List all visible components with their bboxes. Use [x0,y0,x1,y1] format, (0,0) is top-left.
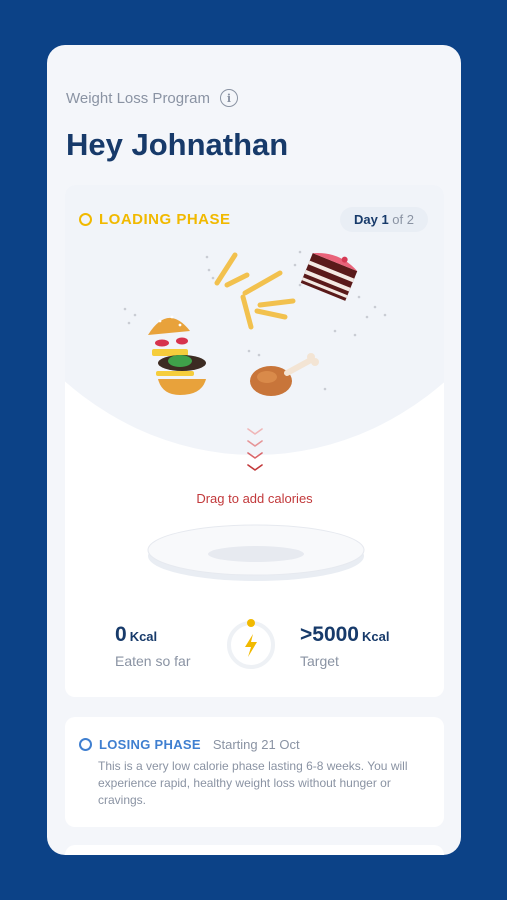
target-caption: Target [300,653,339,669]
loading-phase-card: LOADING PHASE Day 1 of 2 Drag to add cal… [65,185,444,697]
program-header: Weight Loss Program i [66,89,238,107]
target-stat: >5000 Kcal Target [300,623,389,669]
losing-phase-start: Starting 21 Oct [212,737,300,752]
losing-phase-description: This is a very low calorie phase lasting… [98,759,408,807]
gauge-progress-dot [247,619,255,627]
chevron-down-icon [247,428,263,471]
day-total: 2 [406,212,414,227]
eaten-value: 0 [115,623,127,646]
info-icon[interactable]: i [219,89,238,107]
target-unit: Kcal [361,629,390,644]
loading-phase-ring-icon [79,213,92,226]
eaten-unit: Kcal [129,629,158,644]
calorie-gauge [227,619,275,669]
losing-phase-ring-icon [79,738,92,751]
loading-phase-label: LOADING PHASE [99,211,231,228]
plate-icon[interactable] [145,520,367,584]
day-separator: of [392,212,404,227]
next-phase-card[interactable] [65,845,444,855]
target-value: >5000 [300,623,359,646]
app-screen: Weight Loss Program i Hey Johnathan LOAD… [47,45,461,855]
losing-phase-card[interactable]: LOSING PHASE Starting 21 Oct This is a v… [65,717,444,827]
crumbs-decoration [123,305,387,337]
losing-phase-header: LOSING PHASE Starting 21 Oct [79,737,300,752]
lightning-icon [245,634,257,657]
day-current: 1 [381,212,389,227]
losing-phase-label: LOSING PHASE [99,737,201,752]
page-title: Hey Johnathan [66,127,289,162]
eaten-caption: Eaten so far [115,653,191,669]
day-counter-badge: Day 1 of 2 [339,207,428,232]
loading-phase-header: LOADING PHASE [79,211,231,228]
day-prefix: Day [353,212,378,227]
program-label: Weight Loss Program [66,89,210,107]
drag-hint: Drag to add calories [196,491,313,506]
eaten-stat: 0 Kcal Eaten so far [115,623,191,669]
